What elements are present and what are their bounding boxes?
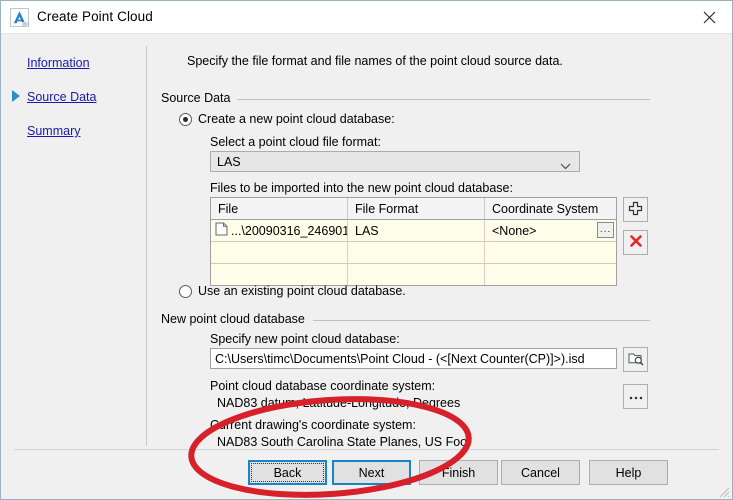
next-button[interactable]: Next: [332, 460, 411, 485]
table-column-file-format: File Format: [348, 198, 485, 220]
create-point-cloud-dialog: 360 Create Point Cloud Information Sourc…: [0, 0, 733, 500]
help-button[interactable]: Help: [589, 460, 668, 485]
resize-grip-icon[interactable]: [716, 484, 730, 498]
table-body: ...\20090316_246901.l LAS <None> ...: [211, 220, 616, 285]
title-bar: 360 Create Point Cloud: [1, 1, 732, 34]
new-database-group-label: New point cloud database: [161, 312, 312, 326]
browse-database-button[interactable]: [623, 347, 648, 372]
cancel-button[interactable]: Cancel: [501, 460, 580, 485]
sidebar-item-information[interactable]: Information: [27, 56, 90, 70]
file-icon: [215, 222, 228, 239]
file-format-label: Select a point cloud file format:: [210, 135, 381, 149]
red-x-icon: [629, 234, 643, 251]
table-row[interactable]: [211, 264, 616, 285]
svg-text:360: 360: [22, 21, 29, 26]
sidebar-item-summary[interactable]: Summary: [27, 124, 80, 138]
cancel-button-label: Cancel: [521, 465, 560, 480]
files-to-import-label: Files to be imported into the new point …: [210, 181, 513, 195]
group-divider: [233, 99, 650, 100]
finish-button[interactable]: Finish: [419, 460, 498, 485]
cell-file[interactable]: [211, 264, 348, 285]
cell-file-text: ...\20090316_246901.l: [231, 223, 348, 238]
coordinate-system-ellipsis-button[interactable]: ...: [597, 222, 614, 238]
file-format-value: LAS: [217, 154, 241, 169]
cell-file-format[interactable]: [348, 242, 485, 264]
radio-use-existing-label: Use an existing point cloud database.: [198, 284, 406, 298]
drawing-coordinate-system-label: Current drawing's coordinate system:: [210, 418, 416, 432]
new-database-path-value: C:\Users\timc\Documents\Point Cloud - (<…: [215, 351, 585, 366]
group-divider: [313, 320, 650, 321]
cell-coordinate-system[interactable]: [485, 264, 616, 285]
cell-file-format-text: LAS: [355, 223, 379, 238]
files-table: File File Format Coordinate System ...\2…: [210, 197, 617, 286]
radio-create-new-label: Create a new point cloud database:: [198, 112, 395, 126]
database-coordinate-system-value: NAD83 datum, Latitude-Longitude; Degrees: [217, 396, 461, 410]
radio-use-existing-database[interactable]: Use an existing point cloud database.: [179, 284, 406, 298]
footer-divider: [14, 449, 719, 450]
dialog-body: Information Source Data Summary Specify …: [1, 34, 732, 499]
new-database-group: New point cloud database: [161, 312, 650, 326]
finish-button-label: Finish: [441, 465, 476, 480]
window-title: Create Point Cloud: [37, 9, 153, 24]
cell-coordinate-system[interactable]: <None> ...: [485, 220, 616, 242]
add-file-button[interactable]: [623, 197, 648, 222]
database-coordinate-system-label: Point cloud database coordinate system:: [210, 379, 436, 393]
autocad-a-icon: 360: [10, 8, 29, 27]
cell-file[interactable]: [211, 242, 348, 264]
source-data-group-label: Source Data: [161, 91, 238, 105]
radio-indicator: [179, 112, 192, 126]
page-instruction: Specify the file format and file names o…: [187, 54, 563, 68]
radio-create-new-database[interactable]: Create a new point cloud database:: [179, 112, 395, 126]
plus-icon: [628, 201, 643, 219]
ellipsis-icon: [628, 390, 644, 404]
close-icon[interactable]: [686, 1, 732, 33]
new-database-path-input[interactable]: C:\Users\timc\Documents\Point Cloud - (<…: [210, 348, 617, 369]
sidebar-item-source-data[interactable]: Source Data: [27, 90, 96, 104]
source-data-group: Source Data: [161, 91, 650, 105]
next-button-label: Next: [358, 465, 385, 480]
new-database-path-label: Specify new point cloud database:: [210, 332, 400, 346]
file-format-dropdown[interactable]: LAS: [210, 151, 580, 172]
table-row[interactable]: ...\20090316_246901.l LAS <None> ...: [211, 220, 616, 242]
folder-search-icon: [628, 351, 644, 369]
remove-file-button[interactable]: [623, 230, 648, 255]
table-column-file: File: [211, 198, 348, 220]
radio-indicator: [179, 284, 192, 298]
cell-coordinate-system-text: <None>: [492, 223, 537, 238]
wizard-sidebar: Information Source Data Summary: [1, 34, 146, 449]
back-button[interactable]: Back: [248, 460, 327, 485]
table-column-coordinate-system: Coordinate System: [485, 198, 616, 220]
cell-coordinate-system[interactable]: [485, 242, 616, 264]
drawing-coordinate-system-value: NAD83 South Carolina State Planes, US Fo…: [217, 435, 471, 449]
footer-button-row: Back Next Finish Cancel Help: [1, 460, 732, 490]
coordinate-system-button[interactable]: [623, 384, 648, 409]
help-button-label: Help: [615, 465, 642, 480]
cell-file-format[interactable]: LAS: [348, 220, 485, 242]
table-header-row: File File Format Coordinate System: [211, 198, 616, 220]
cell-file-format[interactable]: [348, 264, 485, 285]
chevron-down-icon: [560, 159, 571, 173]
focus-outline: [251, 463, 324, 482]
wizard-page-source-data: Specify the file format and file names o…: [147, 34, 732, 449]
cell-file[interactable]: ...\20090316_246901.l: [211, 220, 348, 242]
triangle-right-icon: [12, 90, 20, 102]
table-row[interactable]: [211, 242, 616, 264]
